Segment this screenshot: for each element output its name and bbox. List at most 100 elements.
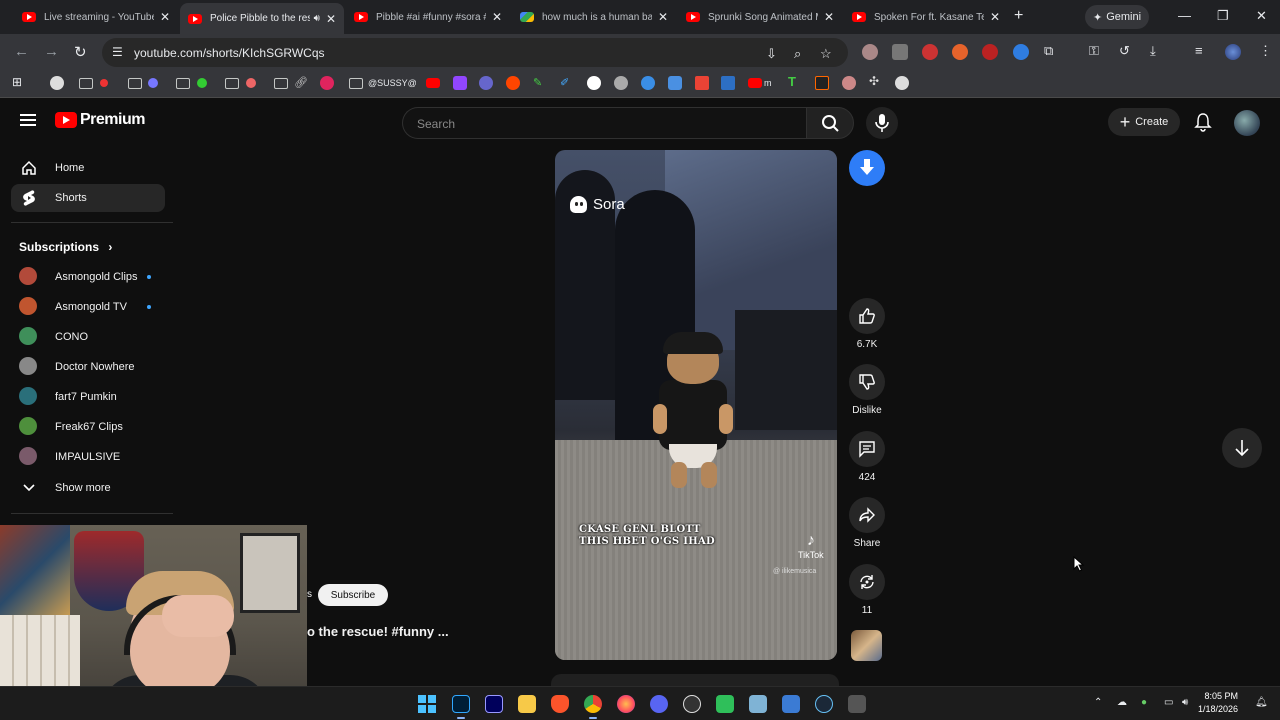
discord-icon[interactable] [650, 695, 668, 713]
short-video-player[interactable]: Sora CKASE GENL BLOTT THIS HBET O'GS IHA… [555, 150, 837, 660]
bookmark-folder-label[interactable]: @SUSSY@ [368, 78, 417, 88]
history-icon[interactable]: ↺ [1119, 43, 1130, 59]
bookmark-favicon-icon[interactable] [895, 76, 909, 90]
youtube-bookmark-icon[interactable] [426, 78, 440, 88]
link-icon[interactable]: 🔗︎ [294, 76, 308, 90]
share-button[interactable] [849, 497, 885, 533]
twitch-bookmark-icon[interactable] [453, 76, 467, 90]
close-tab-icon[interactable]: ✕ [658, 10, 668, 24]
windows-start-icon[interactable] [418, 695, 436, 713]
bookmark-favicon-icon[interactable] [246, 78, 256, 88]
forward-icon[interactable]: → [44, 43, 59, 60]
pen-bookmark-icon[interactable]: ✎ [533, 76, 547, 90]
profile-avatar-icon[interactable] [1225, 44, 1241, 60]
firefox-icon[interactable] [617, 695, 635, 713]
browser-tab-active[interactable]: Police Pibble to the rescue! 🔊︎ ✕ [180, 3, 344, 34]
bookmark-star-icon[interactable]: ☆ [820, 46, 832, 62]
browser-tab[interactable]: Live streaming - YouTube Studio ✕ [14, 4, 178, 30]
browser-tab[interactable]: Pibble #ai #funny #sora #pibble ✕ [346, 4, 510, 30]
camera-icon[interactable] [848, 695, 866, 713]
bookmark-folder-icon[interactable] [176, 78, 190, 89]
like-button[interactable] [849, 298, 885, 334]
bookmark-label[interactable]: m [764, 78, 772, 88]
download-button[interactable] [849, 150, 885, 186]
bookmark-favicon-icon[interactable] [479, 76, 493, 90]
obs-icon[interactable] [683, 695, 701, 713]
restore-icon[interactable]: ❐ [1217, 8, 1229, 24]
comments-button[interactable] [849, 431, 885, 467]
browser-tab[interactable]: Spoken For ft. Kasane Teto ✕ [844, 4, 1008, 30]
bookmark-favicon-icon[interactable] [721, 76, 735, 90]
account-avatar[interactable] [1234, 110, 1260, 136]
voice-search-button[interactable] [866, 107, 898, 139]
volume-icon[interactable]: 🔊︎ [1182, 697, 1188, 708]
gmail-bookmark-icon[interactable] [695, 76, 709, 90]
steam-icon[interactable] [815, 695, 833, 713]
tray-app-icon[interactable]: ☁︎ [1117, 697, 1127, 708]
sidebar-channel-item[interactable]: fart7 Pumkin [11, 383, 165, 411]
notifications-bell-icon[interactable] [1194, 112, 1212, 132]
search-button[interactable] [806, 107, 854, 139]
bookmark-favicon-icon[interactable] [50, 76, 64, 90]
next-short-button[interactable] [1222, 428, 1262, 468]
media-controls-icon[interactable]: ≡ [1195, 43, 1203, 58]
downloads-icon[interactable]: ⤓ [1150, 43, 1156, 59]
youtube-logo-icon[interactable] [55, 112, 77, 128]
bookmark-favicon-icon[interactable] [641, 76, 655, 90]
close-tab-icon[interactable]: ✕ [990, 10, 1000, 24]
close-tab-icon[interactable]: ✕ [492, 10, 502, 24]
taskbar-clock[interactable]: 8:05 PM 1/18/2026 [1198, 690, 1238, 716]
close-tab-icon[interactable]: ✕ [824, 10, 834, 24]
extensions-puzzle-icon[interactable]: ⧉ [1044, 43, 1053, 59]
close-tab-icon[interactable]: ✕ [326, 12, 336, 26]
passwords-key-icon[interactable]: ⚿ [1089, 43, 1099, 59]
feather-bookmark-icon[interactable]: ✐ [560, 76, 574, 90]
extension-badge-icon[interactable] [982, 44, 998, 60]
bookmark-folder-icon[interactable] [79, 78, 93, 89]
close-tab-icon[interactable]: ✕ [160, 10, 170, 24]
new-tab-icon[interactable]: + [1014, 7, 1023, 25]
zoom-icon[interactable]: ⌕ [794, 46, 801, 62]
apps-grid-icon[interactable]: ⊞ [12, 75, 26, 89]
tray-display-icon[interactable]: ▭ [1164, 697, 1173, 708]
notepad-icon[interactable] [782, 695, 800, 713]
reload-icon[interactable]: ↻ [74, 43, 87, 61]
sidebar-channel-item[interactable]: Doctor Nowhere [11, 353, 165, 381]
create-button[interactable]: + Create [1108, 108, 1180, 136]
sidebar-channel-item[interactable]: IMPAULSIVE [11, 443, 165, 471]
extension-grid-icon[interactable] [892, 44, 908, 60]
subscribe-button[interactable]: Subscribe [318, 584, 388, 606]
chrome-icon[interactable] [584, 695, 602, 713]
sidebar-channel-item[interactable]: Freak67 Clips [11, 413, 165, 441]
extension-face-icon[interactable] [862, 44, 878, 60]
extension-record-icon[interactable] [922, 44, 938, 60]
tray-mic-icon[interactable]: ● [1141, 697, 1147, 708]
premiere-icon[interactable] [485, 695, 503, 713]
bookmark-favicon-icon[interactable] [148, 78, 158, 88]
address-bar[interactable]: ☰ youtube.com/shorts/KIchSGRWCqs ⇩ ⌕ ☆ [102, 38, 848, 67]
extension-fire-icon[interactable] [952, 44, 968, 60]
app-icon[interactable] [749, 695, 767, 713]
youtube-logo-text[interactable]: Premium [80, 111, 145, 129]
close-window-icon[interactable]: ✕ [1256, 8, 1267, 24]
minimize-icon[interactable]: — [1178, 8, 1191, 23]
brave-icon[interactable] [551, 695, 569, 713]
app-icon[interactable] [716, 695, 734, 713]
install-app-icon[interactable]: ⇩ [766, 46, 777, 62]
reddit-bookmark-icon[interactable] [506, 76, 520, 90]
sidebar-channel-item[interactable]: Asmongold TV [11, 293, 165, 321]
sidebar-item-shorts[interactable]: Shorts [11, 184, 165, 212]
bookmark-folder-icon[interactable] [349, 78, 363, 89]
file-explorer-icon[interactable] [518, 695, 536, 713]
sidebar-item-home[interactable]: Home [11, 154, 165, 182]
dislike-button[interactable] [849, 364, 885, 400]
bookmark-folder-icon[interactable] [128, 78, 142, 89]
chrome-menu-icon[interactable]: ⋮ [1259, 43, 1272, 59]
site-info-icon[interactable]: ☰ [112, 45, 126, 59]
globe-bookmark-icon[interactable] [614, 76, 628, 90]
bookmark-favicon-icon[interactable] [587, 76, 601, 90]
search-input[interactable]: Search [402, 107, 806, 139]
channel-avatar[interactable] [851, 630, 882, 661]
sidebar-channel-item[interactable]: CONO [11, 323, 165, 351]
extension-shazam-icon[interactable] [1013, 44, 1029, 60]
